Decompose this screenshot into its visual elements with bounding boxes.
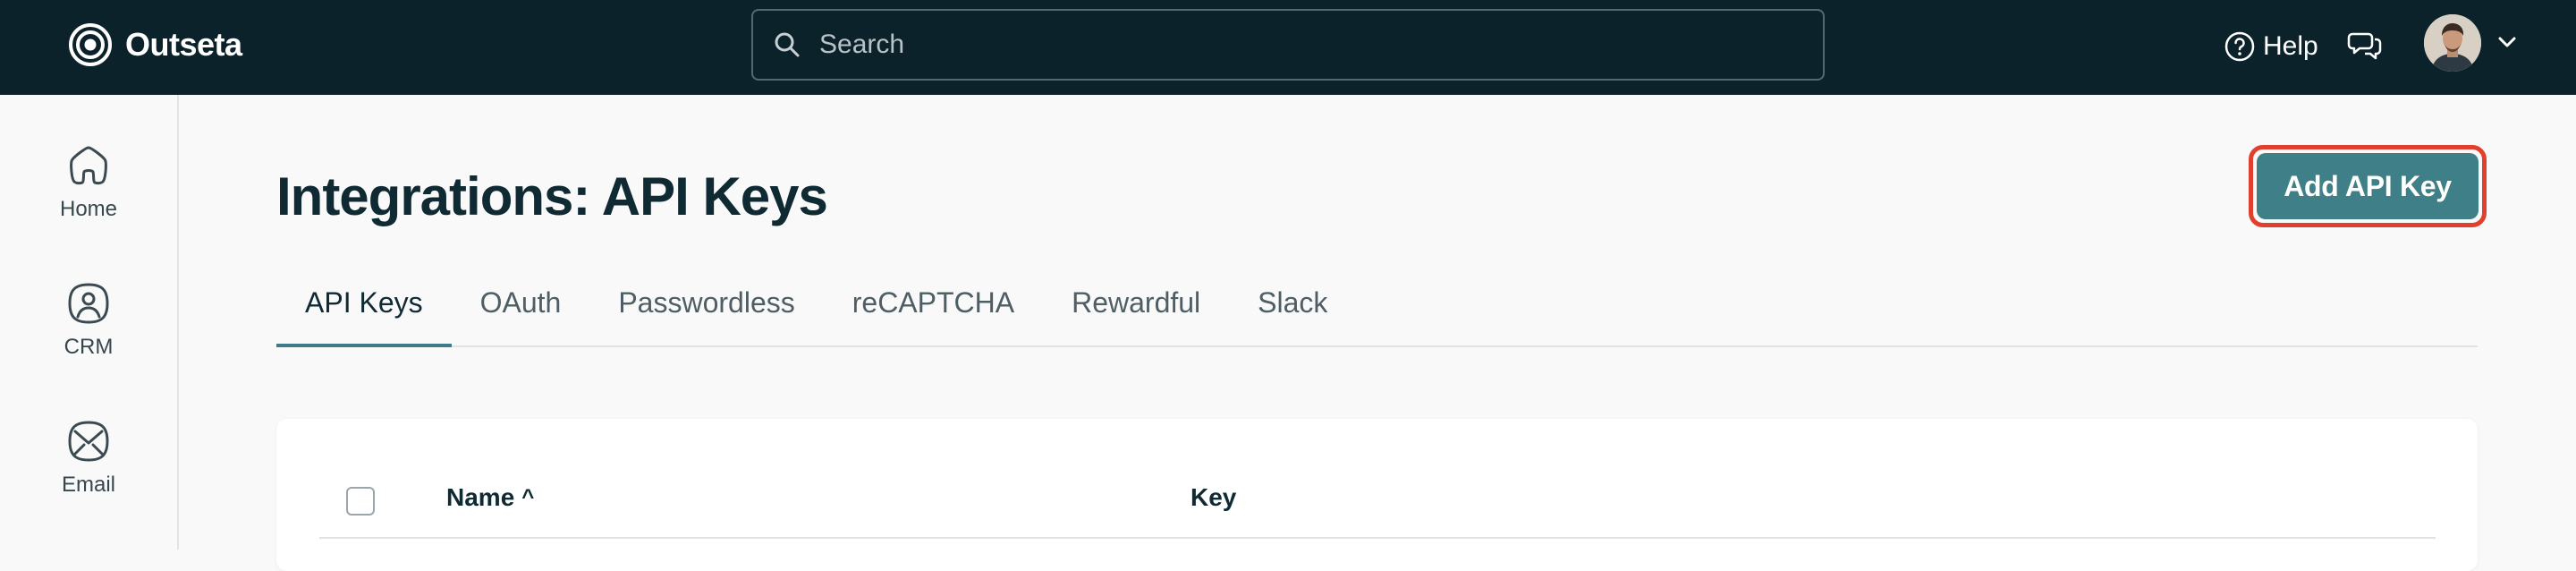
app-name: Outseta	[125, 26, 242, 63]
api-keys-table-card: Name ^ Key	[276, 419, 2478, 571]
column-header-name-label: Name	[446, 483, 515, 511]
table-header-row: Name ^ Key	[319, 476, 2436, 539]
sidebar-label-crm: CRM	[64, 335, 114, 359]
sort-ascending-icon: ^	[521, 485, 535, 509]
page-title: Integrations: API Keys	[276, 166, 828, 226]
sidebar-item-crm[interactable]: CRM	[0, 279, 177, 387]
user-avatar[interactable]	[2424, 14, 2481, 72]
search-bar[interactable]	[751, 9, 1825, 81]
integration-tabs: API Keys OAuth Passwordless reCAPTCHA Re…	[276, 260, 2478, 347]
sidebar-item-email[interactable]: Email	[0, 417, 177, 524]
tab-passwordless[interactable]: Passwordless	[589, 260, 823, 345]
sidebar-label-email: Email	[61, 473, 115, 497]
help-icon	[2224, 31, 2255, 62]
top-bar: Outseta Help	[0, 0, 2576, 95]
tab-rewardful[interactable]: Rewardful	[1043, 260, 1229, 345]
sidebar: Home CRM Email	[0, 95, 179, 550]
app-logo[interactable]: Outseta	[68, 21, 242, 68]
add-api-key-highlight: Add API Key	[2249, 145, 2487, 227]
tab-oauth[interactable]: OAuth	[452, 260, 590, 345]
column-header-name[interactable]: Name ^	[446, 483, 534, 512]
chat-icon[interactable]	[2347, 27, 2383, 63]
search-input[interactable]	[819, 11, 1823, 79]
help-label: Help	[2263, 31, 2318, 61]
column-header-key[interactable]: Key	[1191, 483, 1236, 512]
search-icon	[775, 32, 800, 57]
help-link[interactable]: Help	[2224, 27, 2318, 66]
tab-api-keys[interactable]: API Keys	[276, 260, 452, 347]
avatar-photo-icon	[2424, 14, 2481, 72]
home-icon	[70, 146, 107, 185]
email-icon	[68, 421, 109, 462]
crm-icon	[68, 283, 109, 324]
tab-recaptcha[interactable]: reCAPTCHA	[824, 260, 1043, 345]
chevron-down-icon[interactable]	[2496, 32, 2519, 52]
outseta-logo-icon	[69, 23, 112, 66]
sidebar-item-home[interactable]: Home	[0, 141, 177, 249]
tab-slack[interactable]: Slack	[1229, 260, 1356, 345]
select-all-checkbox[interactable]	[346, 487, 375, 516]
sidebar-label-home: Home	[59, 197, 118, 221]
add-api-key-button[interactable]: Add API Key	[2257, 153, 2479, 219]
